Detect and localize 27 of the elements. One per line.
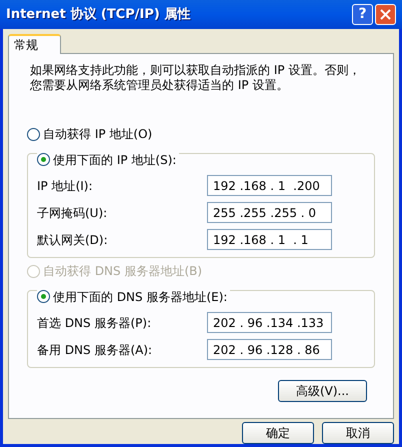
advanced-button[interactable]: 高级(V)... xyxy=(278,380,367,402)
field-label: 默认网关(D): xyxy=(37,232,108,248)
ip-address-field[interactable]: 192 .168 . 1 . 1 xyxy=(207,229,332,250)
description-text: 您需要从网络系统管理员处获得适当的 IP 设置。 xyxy=(30,78,288,93)
field-label: 备用 DNS 服务器(A): xyxy=(37,342,152,358)
ip-address-field[interactable]: 202 . 96 .134 .133 xyxy=(207,312,332,333)
radio-label: 自动获得 DNS 服务器地址(B) xyxy=(43,263,202,280)
close-button[interactable] xyxy=(375,4,396,25)
close-icon xyxy=(380,9,391,20)
ip-address-field[interactable]: 202 . 96 .128 . 86 xyxy=(207,339,332,360)
radio-label: 使用下面的 IP 地址(S): xyxy=(53,152,176,168)
radio-button[interactable] xyxy=(37,153,50,166)
ip-address-field[interactable]: 192 .168 . 1 .200 xyxy=(207,175,332,196)
field-label: 首选 DNS 服务器(P): xyxy=(37,314,152,332)
help-button[interactable]: ? xyxy=(352,4,373,25)
field-label: 子网掩码(U): xyxy=(37,204,108,222)
window-title: Internet 协议 (TCP/IP) 属性 xyxy=(6,6,190,24)
description-text: 如果网络支持此功能，则可以获取自动指派的 IP 设置。否则， xyxy=(30,63,360,78)
ip-address-field[interactable]: 255 .255 .255 . 0 xyxy=(207,202,332,223)
radio-button[interactable] xyxy=(27,128,40,140)
dialog-button[interactable]: 取消 xyxy=(322,422,394,444)
radio-label: 使用下面的 DNS 服务器地址(E): xyxy=(53,288,228,306)
field-label: IP 地址(I): xyxy=(37,178,93,194)
dialog-button[interactable]: 确定 xyxy=(242,422,314,444)
radio-button[interactable] xyxy=(37,290,50,303)
radio-label: 自动获得 IP 地址(O) xyxy=(43,126,152,143)
tab[interactable]: 常规 xyxy=(8,34,61,54)
